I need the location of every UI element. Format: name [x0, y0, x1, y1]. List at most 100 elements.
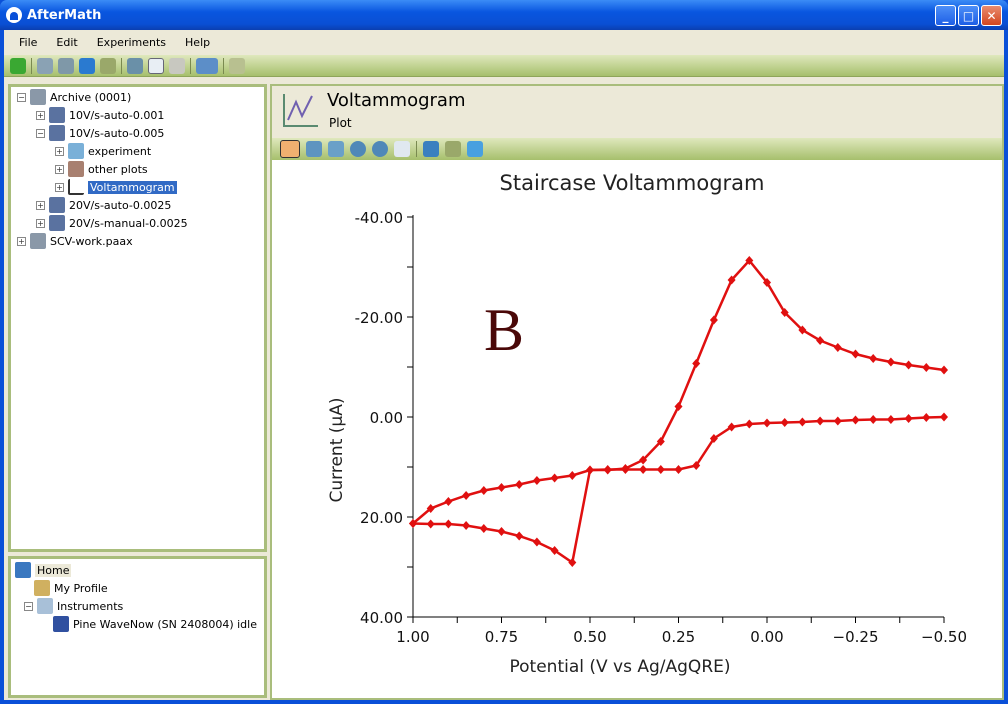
- experiment-icon: [49, 215, 65, 231]
- data-point: [816, 416, 825, 426]
- home-tree-item[interactable]: My Profile: [34, 579, 108, 597]
- tree-item-label: 10V/s-auto-0.005: [69, 126, 165, 140]
- open-archive-icon[interactable]: [58, 57, 74, 74]
- paste-icon[interactable]: [169, 57, 185, 74]
- tree-item[interactable]: +20V/s-auto-0.0025: [36, 196, 171, 214]
- zoom-box-icon[interactable]: [423, 141, 439, 157]
- archive-tree: − Archive (0001) +10V/s-auto-0.001−10V/s-a…: [8, 84, 267, 552]
- data-point: [550, 473, 559, 483]
- data-point: [656, 465, 665, 474]
- data-point: [462, 521, 471, 530]
- home-icon: [15, 562, 31, 578]
- tree-item[interactable]: + SCV-work.paax: [17, 232, 133, 250]
- maximize-button[interactable]: □: [958, 5, 979, 26]
- tree-item[interactable]: +20V/s-manual-0.0025: [36, 214, 188, 232]
- collapse-toggle[interactable]: −: [17, 92, 26, 102]
- x-axis-label: Potential (V vs Ag/AgQRE): [510, 657, 731, 677]
- data-point: [798, 417, 807, 427]
- data-point: [603, 465, 612, 474]
- data-point: [444, 497, 453, 506]
- annotation-label: B: [484, 297, 524, 363]
- home-icon[interactable]: [467, 141, 483, 157]
- home-tree-item[interactable]: Home: [15, 561, 72, 579]
- select-point-icon[interactable]: [306, 141, 322, 157]
- home-tree-item[interactable]: Pine WaveNow (SN 2408004) idle: [53, 615, 257, 633]
- back-icon[interactable]: [10, 57, 26, 74]
- cut-icon[interactable]: [127, 57, 143, 74]
- select-line-icon[interactable]: [328, 141, 344, 157]
- title-bar: AfterMath _ □ ✕: [0, 0, 1008, 30]
- menu-edit[interactable]: Edit: [56, 36, 77, 49]
- experiment-icon: [49, 125, 65, 141]
- pan-hand-icon[interactable]: [394, 141, 410, 157]
- app-title: AfterMath: [27, 7, 102, 23]
- tree-item[interactable]: + other plots: [55, 160, 148, 178]
- copy-icon[interactable]: [148, 57, 164, 74]
- save-icon[interactable]: [79, 57, 95, 74]
- app-window: File Edit Experiments Help − Archive (000…: [4, 30, 1004, 700]
- voltammogram-chart[interactable]: Staircase Voltammogram Potential (V vs A…: [272, 160, 1002, 700]
- x-tick-label: −0.25: [833, 628, 879, 646]
- tree-item-label: SCV-work.paax: [50, 234, 133, 248]
- tree-item[interactable]: + Voltammogram: [55, 178, 177, 196]
- home-tree-label: Pine WaveNow (SN 2408004) idle: [73, 617, 257, 631]
- data-point: [922, 413, 931, 422]
- separator: [416, 141, 417, 157]
- plot-toolbar: [272, 138, 1002, 160]
- data-point: [886, 357, 895, 367]
- tree-item[interactable]: − Archive (0001): [17, 88, 131, 106]
- expand-toggle[interactable]: +: [36, 200, 45, 210]
- data-point: [922, 363, 931, 372]
- expand-toggle[interactable]: +: [55, 146, 64, 156]
- home-tree-label: Home: [35, 563, 72, 577]
- x-tick-label: 0.00: [750, 628, 783, 646]
- close-button[interactable]: ✕: [981, 5, 1002, 26]
- data-point: [674, 465, 683, 474]
- expand-toggle[interactable]: +: [36, 110, 45, 120]
- data-point: [497, 527, 506, 536]
- tree-item[interactable]: +10V/s-auto-0.001: [36, 106, 164, 124]
- x-tick-label: 1.00: [396, 628, 429, 646]
- expand-toggle[interactable]: +: [36, 218, 45, 228]
- zoom-out-icon[interactable]: [372, 141, 388, 157]
- archive-icon: [30, 233, 46, 249]
- separator: [190, 57, 191, 74]
- collapse-toggle[interactable]: −: [36, 128, 45, 138]
- archive-icon: [30, 89, 46, 105]
- wizard-icon[interactable]: [196, 57, 218, 74]
- y-axis-label: Current (µA): [327, 398, 347, 503]
- x-tick-label: 0.25: [662, 628, 695, 646]
- expand-toggle[interactable]: +: [55, 164, 64, 174]
- minimize-button[interactable]: _: [935, 5, 956, 26]
- data-point: [479, 524, 488, 533]
- home-tree-item[interactable]: − Instruments: [24, 597, 123, 615]
- data-point: [763, 418, 771, 428]
- collapse-toggle[interactable]: −: [24, 601, 33, 611]
- flask-icon: [68, 143, 84, 159]
- y-tick-label: -40.00: [355, 209, 403, 227]
- expand-toggle[interactable]: +: [55, 182, 64, 192]
- select-arrow-icon[interactable]: [280, 140, 300, 158]
- expand-toggle[interactable]: +: [17, 236, 26, 246]
- print-icon[interactable]: [100, 57, 116, 74]
- tree-item[interactable]: − 10V/s-auto-0.005: [36, 124, 164, 142]
- zoom-in-icon[interactable]: [350, 141, 366, 157]
- new-archive-icon[interactable]: [37, 57, 53, 74]
- x-tick-label: −0.50: [921, 628, 967, 646]
- menu-experiments[interactable]: Experiments: [97, 36, 166, 49]
- x-tick-label: 0.50: [573, 628, 606, 646]
- data-point: [851, 349, 860, 359]
- tree-item[interactable]: + experiment: [55, 142, 151, 160]
- data-point: [745, 419, 754, 429]
- data-point: [426, 519, 435, 529]
- plot-panel: Voltammogram Plot Staircase Voltammogram…: [270, 84, 1004, 700]
- data-point: [709, 315, 718, 325]
- data-point: [886, 415, 895, 424]
- chart-title: Staircase Voltammogram: [500, 171, 765, 195]
- plot-icon: [68, 179, 84, 195]
- menu-file[interactable]: File: [19, 36, 37, 49]
- favorite-icon[interactable]: [229, 57, 245, 74]
- menu-help[interactable]: Help: [185, 36, 210, 49]
- print-icon[interactable]: [445, 141, 461, 157]
- data-point: [532, 537, 541, 547]
